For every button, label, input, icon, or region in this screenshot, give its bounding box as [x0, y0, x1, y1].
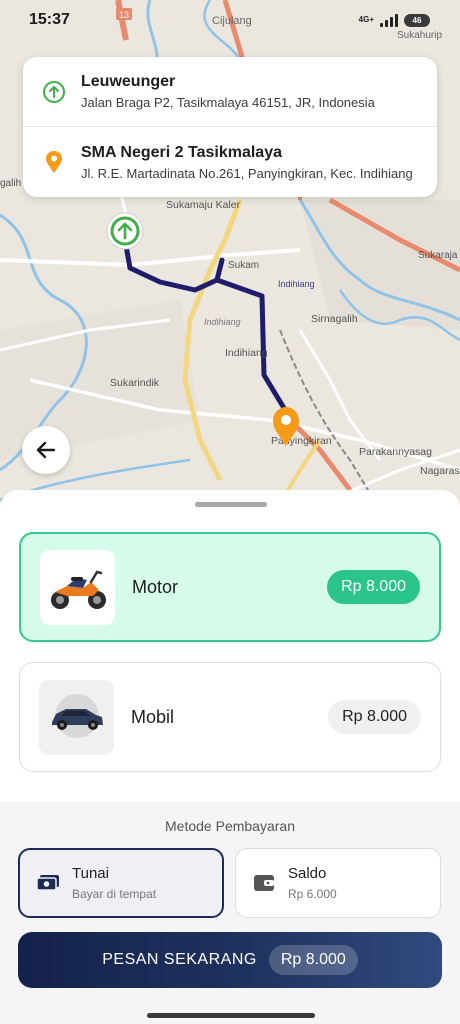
order-now-button[interactable]: PESAN SEKARANG Rp 8.000 — [18, 932, 442, 988]
route-card: Leuweunger Jalan Braga P2, Tasikmalaya 4… — [23, 57, 437, 197]
status-time: 15:37 — [29, 11, 70, 28]
vehicle-price: Rp 8.000 — [328, 700, 421, 734]
payment-heading: Metode Pembayaran — [165, 818, 295, 834]
order-button-price: Rp 8.000 — [268, 945, 358, 975]
cash-icon — [36, 871, 60, 895]
destination-title: SMA Negeri 2 Tasikmalaya — [81, 143, 282, 161]
payment-option-balance[interactable]: Saldo Rp 6.000 — [235, 848, 441, 918]
map-label: Sirnagalih — [311, 313, 358, 325]
arrow-up-circle-icon — [41, 79, 67, 105]
map-label: Sukamaju Kaler — [166, 199, 241, 211]
back-button[interactable] — [22, 426, 70, 474]
payment-subtitle: Bayar di tempat — [72, 887, 157, 901]
drag-handle[interactable] — [195, 502, 267, 507]
car-icon — [39, 679, 114, 755]
origin-marker-icon[interactable] — [106, 212, 144, 250]
vehicle-price: Rp 8.000 — [327, 570, 420, 604]
vehicle-option-motor[interactable]: Motor Rp 8.000 — [19, 532, 441, 642]
map-view[interactable]: Cijulang Sukahurip galih Sukamaju Kaler … — [0, 0, 460, 510]
wallet-icon — [252, 871, 276, 895]
map-label: galih — [0, 178, 21, 189]
home-indicator[interactable] — [147, 1013, 315, 1018]
map-label: Sukaraja — [418, 250, 458, 261]
battery-icon: 46 — [404, 13, 430, 27]
network-type: 4G+ — [358, 15, 374, 24]
status-icons: 4G+ 46 — [358, 13, 430, 27]
payment-section: Metode Pembayaran Tunai Bayar di tempat — [0, 802, 460, 1024]
arrow-left-icon — [36, 441, 56, 459]
map-label: Sukarindik — [110, 377, 160, 389]
vehicle-name: Mobil — [131, 706, 175, 727]
signal-icon — [380, 13, 398, 27]
map-label: Indihiang — [278, 279, 315, 289]
map-label: Nagaras — [420, 465, 460, 477]
map-label: Indihiang — [204, 317, 241, 327]
payment-title: Tunai — [72, 865, 109, 882]
origin-row[interactable]: Leuweunger Jalan Braga P2, Tasikmalaya 4… — [23, 57, 437, 127]
vehicle-name: Motor — [132, 576, 179, 597]
payment-title: Saldo — [288, 865, 327, 882]
motorcycle-icon — [40, 549, 115, 625]
order-button-label: PESAN SEKARANG — [102, 951, 257, 968]
booking-sheet: Motor Rp 8.000 Mobil Rp 8.000 Metode Pem… — [0, 490, 460, 1024]
map-label: Parakannyasag — [359, 446, 432, 458]
vehicle-option-mobil[interactable]: Mobil Rp 8.000 — [19, 662, 441, 772]
map-label: Indihiang — [225, 347, 268, 359]
destination-row[interactable]: SMA Negeri 2 Tasikmalaya Jl. R.E. Martad… — [23, 127, 437, 197]
origin-title: Leuweunger — [81, 73, 176, 90]
payment-subtitle: Rp 6.000 — [288, 887, 337, 901]
destination-address: Jl. R.E. Martadinata No.261, Panyingkira… — [81, 165, 413, 181]
map-label: Sukam — [228, 260, 259, 271]
payment-option-cash[interactable]: Tunai Bayar di tempat — [18, 848, 224, 918]
origin-address: Jalan Braga P2, Tasikmalaya 46151, JR, I… — [81, 95, 375, 110]
location-pin-icon — [41, 149, 67, 175]
status-bar: 15:37 4G+ 46 — [0, 0, 460, 40]
